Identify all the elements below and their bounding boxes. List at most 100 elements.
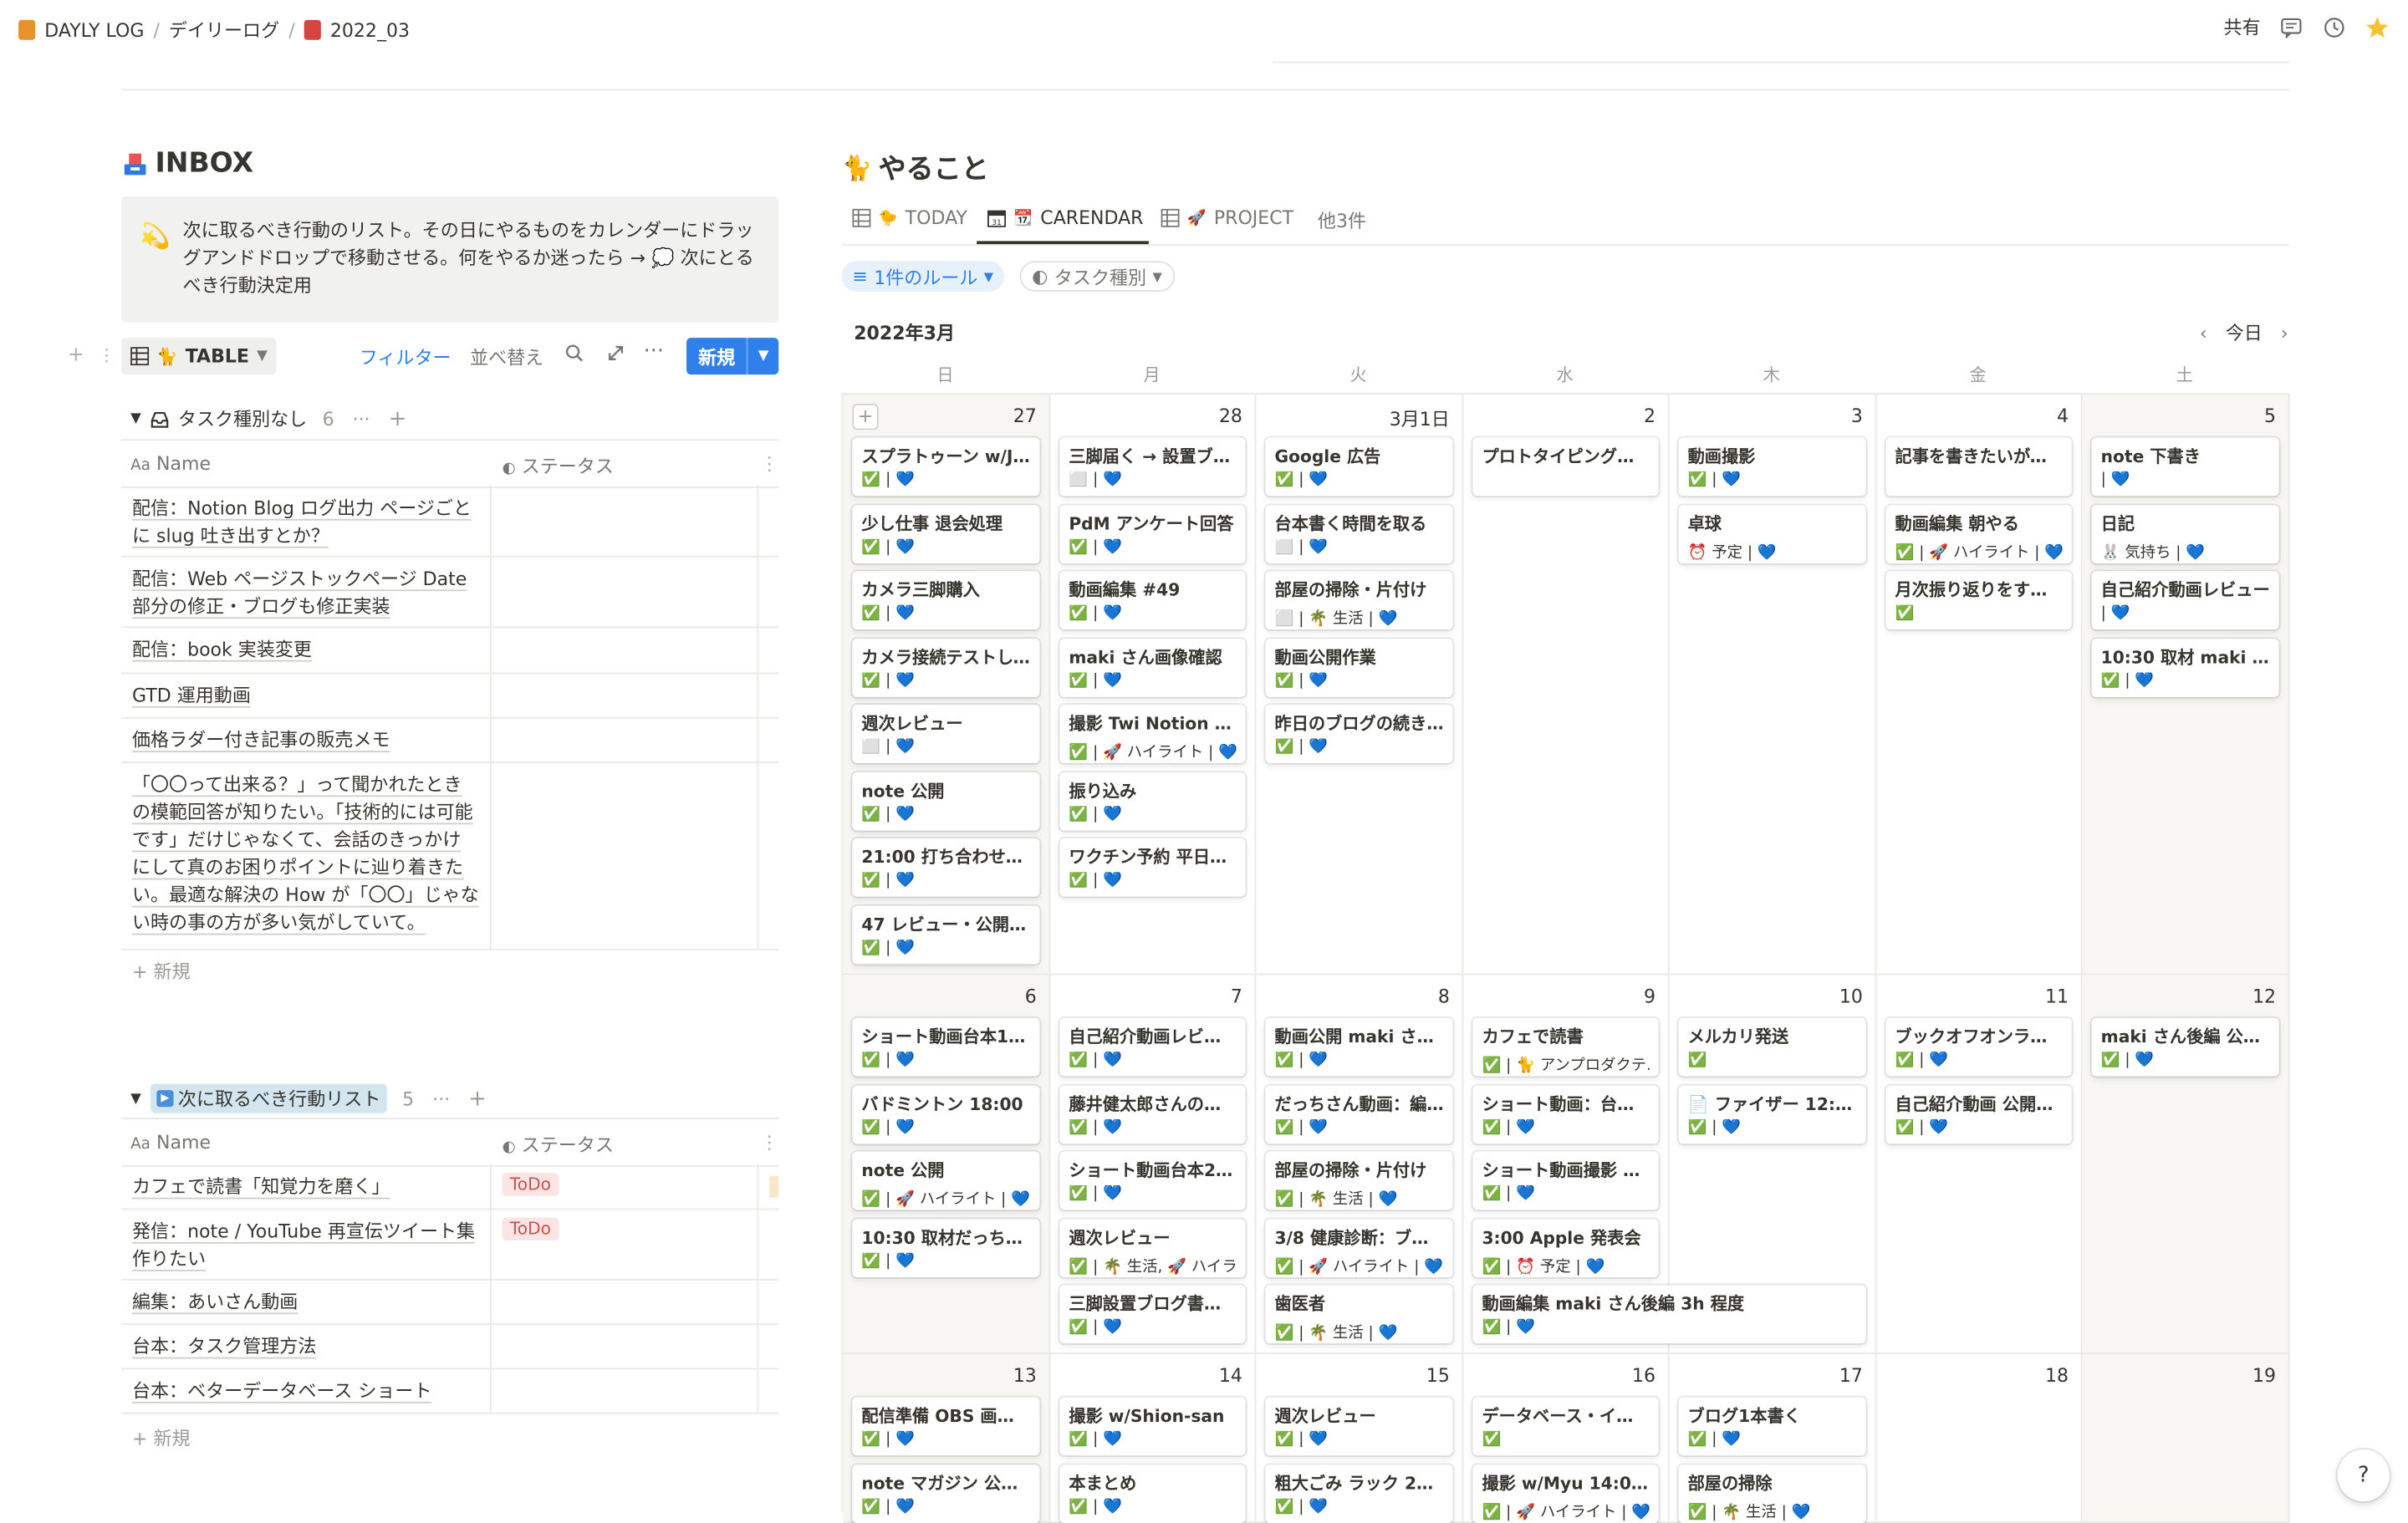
table-row[interactable]: 編集：あいさん動画 [121,1279,779,1326]
calendar-card[interactable]: 振り込み ✅ | 💙 [1059,771,1246,830]
calendar-card[interactable]: note マガジン 公開ま... ✅ | 💙 [852,1464,1040,1523]
today-button[interactable]: 今日 [2226,319,2263,345]
calendar-card[interactable]: プロトタイピングする [1472,437,1659,497]
calendar-card[interactable]: カメラ接続テストして... ✅ | 💙 [852,638,1040,696]
table-row[interactable]: 発信：note / YouTube 再宣伝ツイート集作りたい ToDo [121,1209,779,1281]
calendar-card[interactable]: PdM アンケート回答 ✅ | 💙 [1059,504,1246,563]
calendar-card[interactable]: 📄 ファイザー 12:00 ✅ | 💙 [1678,1084,1866,1144]
sort-button[interactable]: 並べ替え [470,344,543,369]
history-clock-icon[interactable] [2322,14,2346,38]
calendar-card[interactable]: 動画公開 maki さん前... ✅ | 💙 [1265,1017,1453,1077]
calendar-card[interactable]: ブックオフオンライ... ✅ | 💙 [1885,1017,2072,1077]
calendar-card[interactable]: 部屋の掃除・片付け ✅ | 🌴 生活 | 💙 [1265,1151,1453,1210]
status-column-header[interactable]: ◐ ステータス [503,1132,614,1158]
add-row-button[interactable]: + 新規 [132,1424,191,1450]
calendar-card[interactable]: 3:00 Apple 発表会 ✅ | ⏰ 予定 | 💙 [1472,1218,1659,1277]
calendar-card[interactable]: 3/8 健康診断：ブログ... ✅ | 🚀 ハイライト | 💙 [1265,1218,1453,1277]
calendar-card[interactable]: 動画編集 朝やる ✅ | 🚀 ハイライト | 💙 [1885,504,2072,563]
calendar-card[interactable]: 週次レビュー ✅ | 💙 [1265,1397,1453,1456]
calendar-card[interactable]: だっちさん動画：編... ✅ | 💙 [1265,1084,1453,1144]
name-column-header[interactable]: Aa Name [130,453,211,475]
new-button[interactable]: 新規 ▼ [686,338,779,375]
comment-icon[interactable] [2279,14,2303,38]
more-options-icon[interactable]: ··· [644,339,665,364]
calendar-card[interactable]: 撮影 w/Myu 14:00 @... ✅ | 🚀 ハイライト | 💙 [1472,1464,1659,1523]
calendar-card[interactable]: 歯医者 ✅ | 🌴 生活 | 💙 [1265,1285,1453,1344]
calendar-card[interactable]: カフェで読書 ✅ | 🐈 アンプロダクテ... [1472,1017,1659,1077]
calendar-card[interactable]: 粗大ごみ ラック 200円 ✅ | 💙 [1265,1464,1453,1523]
calendar-card[interactable]: 三脚設置ブログ書き... ✅ | 💙 [1059,1285,1246,1344]
calendar-card[interactable]: ワクチン予約 平日（... ✅ | 💙 [1059,838,1246,897]
calendar-card[interactable]: 藤井健太郎さんの本... ✅ | 💙 [1059,1084,1246,1144]
calendar-card[interactable]: 台本書く時間を取る ⬜ | 💙 [1265,504,1453,563]
calendar-card[interactable]: 少し仕事 退会処理 ✅ | 💙 [852,504,1040,563]
tab-project[interactable]: 🚀 PROJECT [1161,207,1293,229]
table-row[interactable]: 配信：book 実装変更 [121,626,779,675]
calendar-card[interactable]: 自己紹介動画レビュー | 💙 [2091,571,2279,630]
more-options-icon[interactable]: ··· [353,408,370,430]
calendar-card[interactable]: メルカリ発送 ✅ [1678,1017,1866,1077]
calendar-card[interactable]: 動画編集 #49 ✅ | 💙 [1059,571,1246,630]
calendar-card[interactable]: note 公開 ✅ | 🚀 ハイライト | 💙 [852,1151,1040,1210]
calendar-card[interactable]: note 下書き | 💙 [2091,437,2279,497]
table-row[interactable]: 価格ラダー付き記事の販売メモ [121,717,779,763]
add-icon[interactable]: + [389,406,407,430]
table-row[interactable]: 台本：タスク管理方法 [121,1323,779,1370]
calendar-card[interactable]: ショート動画台本2~4... ✅ | 💙 [1059,1151,1246,1210]
calendar-card[interactable]: 撮影 w/Shion-san ✅ | 💙 [1059,1397,1246,1456]
calendar-card[interactable]: 自己紹介動画 公開作... ✅ | 💙 [1885,1084,2072,1144]
calendar-card[interactable]: Google 広告 ✅ | 💙 [1265,437,1453,497]
search-icon[interactable] [565,344,584,367]
calendar-card[interactable]: カメラ三脚購入 ✅ | 💙 [852,571,1040,630]
calendar-card[interactable]: 週次レビュー ✅ | 🌴 生活, 🚀 ハイラ... [1059,1218,1246,1277]
calendar-card[interactable]: 10:30 取材 maki さん ✅ | 💙 [2091,638,2279,696]
calendar-card[interactable]: 部屋の掃除 ✅ | 🌴 生活 | 💙 [1678,1464,1866,1523]
add-icon[interactable]: + [468,1086,487,1110]
calendar-card[interactable]: 動画公開作業 ✅ | 💙 [1265,638,1453,696]
tab-today[interactable]: 🐤 TODAY [852,207,967,229]
rule-filter-pill[interactable]: ≡ 1件のルール ▼ [841,261,1004,292]
calendar-day-cell[interactable]: 18 [1876,1353,2083,1523]
chevron-down-icon[interactable]: ▼ [747,338,778,375]
calendar-card[interactable]: ブログ1本書く ✅ | 💙 [1678,1397,1866,1456]
calendar-card[interactable]: maki さん画像確認 ✅ | 💙 [1059,638,1246,696]
filter-button[interactable]: フィルター [360,344,452,369]
calendar-card[interactable]: 卓球 ⏰ 予定 | 💙 [1678,504,1866,563]
table-row[interactable]: 「〇〇って出来る？」って聞かれたときの模範回答が知りたい。「技術的には可能です」… [121,762,779,950]
calendar-card[interactable]: 週次レビュー ⬜ | 💙 [852,705,1040,763]
table-row[interactable]: 台本：ベターデータベース ショート [121,1368,779,1414]
calendar-card[interactable]: 10:30 取材だっちさん ✅ | 💙 [852,1218,1040,1277]
breadcrumb-item-dailylog[interactable]: デイリーログ [169,17,279,43]
add-card-icon[interactable]: + [852,404,879,430]
calendar-card[interactable]: 47 レビュー・公開作業 ✅ | 💙 [852,904,1040,964]
group-header-no-type[interactable]: ▼ タスク種別なし 6 ··· + [130,405,406,431]
calendar-card[interactable]: 部屋の掃除・片付け ⬜ | 🌴 生活 | 💙 [1265,571,1453,630]
tab-calendar[interactable]: 31 📆 CARENDAR [987,207,1143,229]
add-row-button[interactable]: + 新規 [132,958,191,984]
share-button[interactable]: 共有 [2224,14,2261,40]
calendar-card[interactable]: 自己紹介動画レビュ... ✅ | 💙 [1059,1017,1246,1077]
calendar-card[interactable]: 月次振り返りをする 2... ✅ [1885,571,2072,630]
expand-icon[interactable] [607,344,625,367]
calendar-card[interactable]: 昨日のブログの続き... ✅ | 💙 [1265,705,1453,763]
calendar-card[interactable]: ショート動画：台本... ✅ | 💙 [1472,1084,1659,1144]
calendar-day-cell[interactable]: 19 [2082,1353,2290,1523]
favorite-star-icon[interactable] [2365,14,2390,38]
table-row[interactable]: 配信：Notion Blog ログ出力 ページごとに slug 吐き出すとか？ [121,485,779,558]
calendar-card[interactable]: 日記 🐰 気持ち | 💙 [2091,504,2279,563]
view-tab-table[interactable]: 🐈 TABLE ▼ [121,338,277,375]
calendar-card[interactable]: note 公開 ✅ | 💙 [852,771,1040,830]
group-header-next-action[interactable]: ▼ ▶ 次に取るべき行動リスト 5 ··· + [130,1083,487,1113]
chevron-right-icon[interactable]: › [2281,322,2288,344]
status-column-header[interactable]: ◐ ステータス [503,453,614,479]
table-row[interactable]: GTD 運用動画 [121,672,779,719]
calendar-card[interactable]: 本まとめ ✅ | 💙 [1059,1464,1246,1523]
more-options-icon[interactable]: ··· [432,1087,450,1109]
calendar-card[interactable]: データベース・インプ... ✅ [1472,1397,1659,1456]
calendar-card[interactable]: 動画撮影 ✅ | 💙 [1678,437,1866,497]
chevron-left-icon[interactable]: ‹ [2200,322,2207,344]
calendar-card[interactable]: ショート動画台本1 0.... ✅ | 💙 [852,1017,1040,1077]
tab-more[interactable]: 他3件 [1318,207,1366,233]
help-button[interactable]: ? [2337,1449,2390,1502]
name-column-header[interactable]: Aa Name [130,1132,211,1154]
